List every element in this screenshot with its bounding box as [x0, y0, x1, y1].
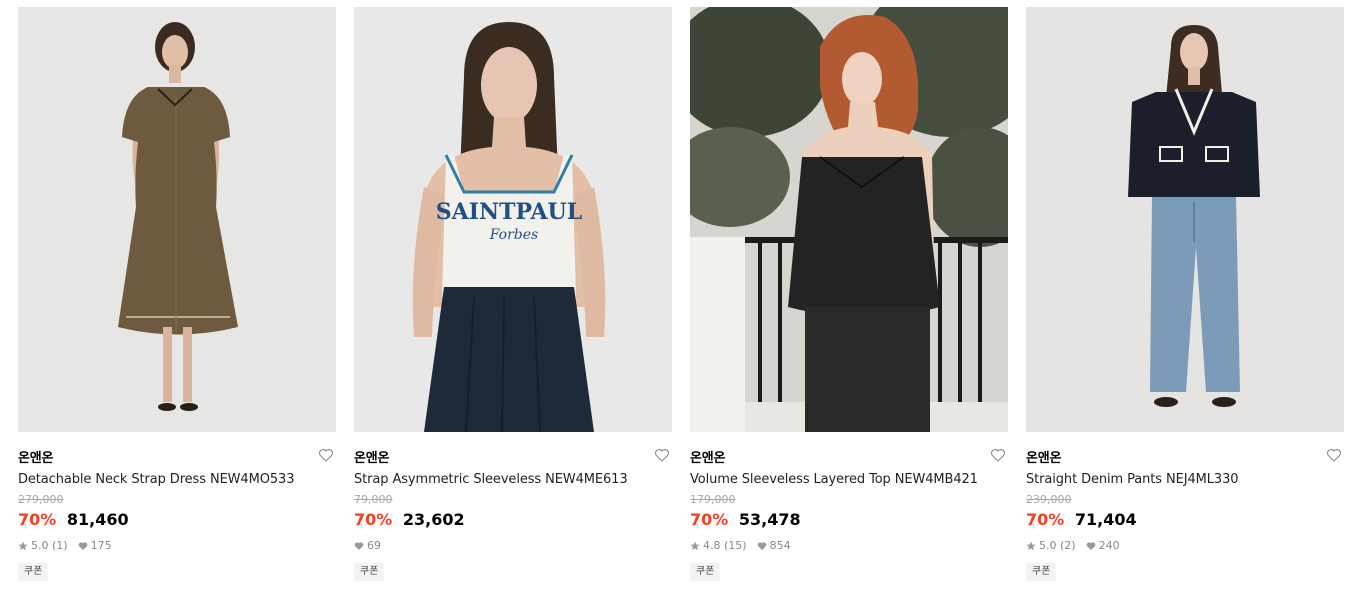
star-icon — [690, 541, 700, 551]
product-name[interactable]: Strap Asymmetric Sleeveless NEW4ME613 — [354, 471, 672, 489]
rating-text: 5.0 (2) — [1039, 539, 1076, 552]
heart-outline-icon[interactable] — [318, 447, 334, 463]
like-count: 240 — [1098, 539, 1120, 552]
like-count: 854 — [769, 539, 791, 552]
sale-price: 53,478 — [738, 510, 801, 529]
product-image[interactable] — [1026, 7, 1344, 432]
rating-text: 5.0 (1) — [31, 539, 68, 552]
like-count: 175 — [90, 539, 112, 552]
product-image[interactable] — [690, 7, 1008, 432]
discount-rate: 70% — [354, 510, 393, 529]
product-card[interactable]: SAINTPAUL Forbes 온앤온 Strap Asymmetric Sl… — [354, 7, 672, 607]
original-price: 279,000 — [18, 493, 64, 506]
star-icon — [18, 541, 28, 551]
product-card[interactable]: 온앤온 Straight Denim Pants NEJ4ML330 239,0… — [1026, 7, 1344, 607]
heart-filled-icon — [757, 542, 766, 550]
sale-price: 71,404 — [1074, 510, 1137, 529]
heart-filled-icon — [78, 542, 87, 550]
original-price: 179,000 — [690, 493, 736, 506]
product-image[interactable] — [18, 7, 336, 432]
brand-name[interactable]: 온앤온 — [690, 451, 725, 466]
sale-price: 23,602 — [402, 510, 465, 529]
discount-rate: 70% — [1026, 510, 1065, 529]
discount-rate: 70% — [690, 510, 729, 529]
coupon-badge: 쿠폰 — [354, 563, 385, 581]
coupon-badge: 쿠폰 — [690, 563, 721, 581]
coupon-badge: 쿠폰 — [1026, 563, 1057, 581]
product-meta: 4.8 (15) 854 — [690, 539, 1008, 553]
heart-outline-icon[interactable] — [654, 447, 670, 463]
price-row: 70% 71,404 — [1026, 509, 1344, 531]
star-icon — [1026, 541, 1036, 551]
price-row: 70% 23,602 — [354, 509, 672, 531]
product-meta: 69 — [354, 539, 672, 553]
print-text-bottom: Forbes — [489, 227, 539, 243]
heart-filled-icon — [354, 542, 364, 550]
product-name[interactable]: Volume Sleeveless Layered Top NEW4MB421 — [690, 471, 1008, 489]
product-card[interactable]: 온앤온 Detachable Neck Strap Dress NEW4MO53… — [18, 7, 336, 607]
original-price: 239,000 — [1026, 493, 1072, 506]
product-name[interactable]: Straight Denim Pants NEJ4ML330 — [1026, 471, 1344, 489]
product-name[interactable]: Detachable Neck Strap Dress NEW4MO533 — [18, 471, 336, 489]
product-grid: 온앤온 Detachable Neck Strap Dress NEW4MO53… — [0, 0, 1350, 608]
heart-filled-icon — [1086, 542, 1095, 550]
original-price: 79,000 — [354, 493, 393, 506]
discount-rate: 70% — [18, 510, 57, 529]
heart-outline-icon[interactable] — [990, 447, 1006, 463]
sale-price: 81,460 — [66, 510, 129, 529]
brand-name[interactable]: 온앤온 — [354, 451, 389, 466]
product-card[interactable]: 온앤온 Volume Sleeveless Layered Top NEW4MB… — [690, 7, 1008, 607]
product-meta: 5.0 (2) 240 — [1026, 539, 1344, 553]
rating-text: 4.8 (15) — [703, 539, 747, 552]
brand-name[interactable]: 온앤온 — [18, 451, 53, 466]
product-image[interactable]: SAINTPAUL Forbes — [354, 7, 672, 432]
heart-outline-icon[interactable] — [1326, 447, 1342, 463]
brand-name[interactable]: 온앤온 — [1026, 451, 1061, 466]
product-meta: 5.0 (1) 175 — [18, 539, 336, 553]
like-count: 69 — [367, 539, 381, 552]
print-text-top: SAINTPAUL — [436, 199, 582, 225]
coupon-badge: 쿠폰 — [18, 563, 49, 581]
price-row: 70% 53,478 — [690, 509, 1008, 531]
price-row: 70% 81,460 — [18, 509, 336, 531]
